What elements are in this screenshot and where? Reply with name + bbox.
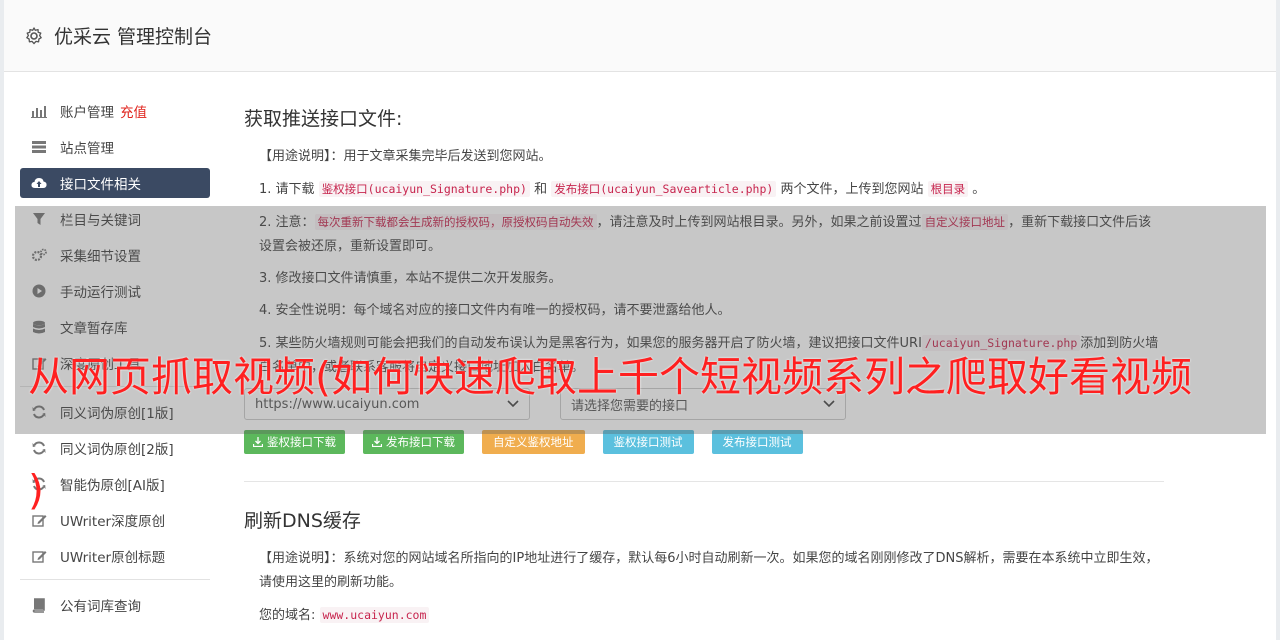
edit-icon [31, 548, 47, 564]
sidebar-item-label: 接口文件相关 [60, 177, 141, 193]
root-dir-code: 根目录 [927, 181, 969, 197]
usage-text: ：用于文章采集完毕后发送到您网站。 [330, 149, 552, 164]
auth-api-link[interactable]: 鉴权接口(ucaiyun_Signature.php) [318, 181, 530, 197]
sidebar-item-interface-files[interactable]: 接口文件相关 [20, 168, 210, 198]
usage-label: 【用途说明】 [259, 149, 331, 164]
sidebar-item-label: 智能伪原创[AI版] [60, 478, 165, 494]
server-icon [31, 139, 47, 155]
step-1: 1. 请下载 鉴权接口(ucaiyun_Signature.php) 和 发布接… [244, 177, 1164, 202]
button-label: 发布接口测试 [722, 435, 792, 449]
sidebar-divider [20, 579, 210, 580]
download-icon [372, 437, 382, 447]
step-text: 两个文件，上传到您网站 [780, 182, 924, 197]
button-label: 发布接口下载 [386, 435, 455, 449]
sidebar-item-synonym-v2[interactable]: 同义词伪原创[2版] [20, 433, 210, 463]
refresh-icon [31, 440, 47, 456]
publish-api-link[interactable]: 发布接口(ucaiyun_Savearticle.php) [551, 181, 777, 197]
sidebar-item-sites[interactable]: 站点管理 [20, 132, 210, 162]
sidebar-item-label: UWriter深度原创 [60, 514, 166, 530]
button-label: 鉴权接口下载 [267, 435, 336, 449]
gear-icon [26, 26, 42, 44]
domain-value: www.ucaiyun.com [319, 607, 430, 623]
button-label: 自定义鉴权地址 [493, 435, 574, 449]
step-text: 。 [972, 182, 986, 197]
dns-usage-description: 【用途说明】：系统对您的网站域名所指向的IP地址进行了缓存，默认每6小时自动刷新… [244, 547, 1164, 595]
section-title-push-files: 获取推送接口文件: [244, 108, 403, 130]
section-title-dns: 刷新DNS缓存 [244, 510, 361, 532]
usage-description: 【用途说明】：用于文章采集完毕后发送到您网站。 [244, 145, 1164, 169]
sidebar-item-uwriter-deep[interactable]: UWriter深度原创 [20, 505, 210, 535]
top-header: 优采云 管理控制台 [4, 0, 1276, 72]
download-icon [253, 437, 263, 447]
cloud-upload-icon [31, 175, 47, 191]
book-icon [31, 597, 47, 613]
bar-chart-icon [31, 103, 47, 119]
sidebar-item-label: UWriter原创标题 [60, 550, 166, 566]
usage-label: 【用途说明】 [259, 551, 331, 566]
overlay-banner-text: 从网页抓取视频(如何快速爬取上千个短视频系列之爬取好看视频 [28, 353, 1192, 401]
overlay-banner-tail: ) [28, 466, 44, 514]
sidebar-item-label: 公有词库查询 [60, 599, 141, 615]
sidebar-item-label: 站点管理 [60, 141, 114, 157]
domain-row: 您的域名: www.ucaiyun.com [244, 603, 1164, 628]
sidebar-item-account[interactable]: 账户管理 充值 [20, 96, 210, 126]
section-divider [244, 481, 1164, 482]
page-title: 优采云 管理控制台 [54, 26, 213, 48]
sidebar-item-public-lexicon[interactable]: 公有词库查询 [20, 590, 210, 620]
sidebar-item-label: 同义词伪原创[2版] [60, 442, 174, 458]
sidebar-item-uwriter-title[interactable]: UWriter原创标题 [20, 541, 210, 571]
sidebar-item-ai-pseudo-original[interactable]: 智能伪原创[AI版] [20, 469, 210, 499]
step-text: 1. 请下载 [259, 182, 315, 197]
usage-text: ：系统对您的网站域名所指向的IP地址进行了缓存，默认每6小时自动刷新一次。如果您… [259, 551, 1159, 590]
edit-icon [31, 512, 47, 528]
recharge-link[interactable]: 充值 [120, 101, 147, 121]
step-text: 和 [534, 182, 548, 197]
button-label: 鉴权接口测试 [613, 435, 683, 449]
sidebar-item-label: 账户管理 [60, 105, 114, 121]
domain-label: 您的域名: [259, 608, 316, 623]
